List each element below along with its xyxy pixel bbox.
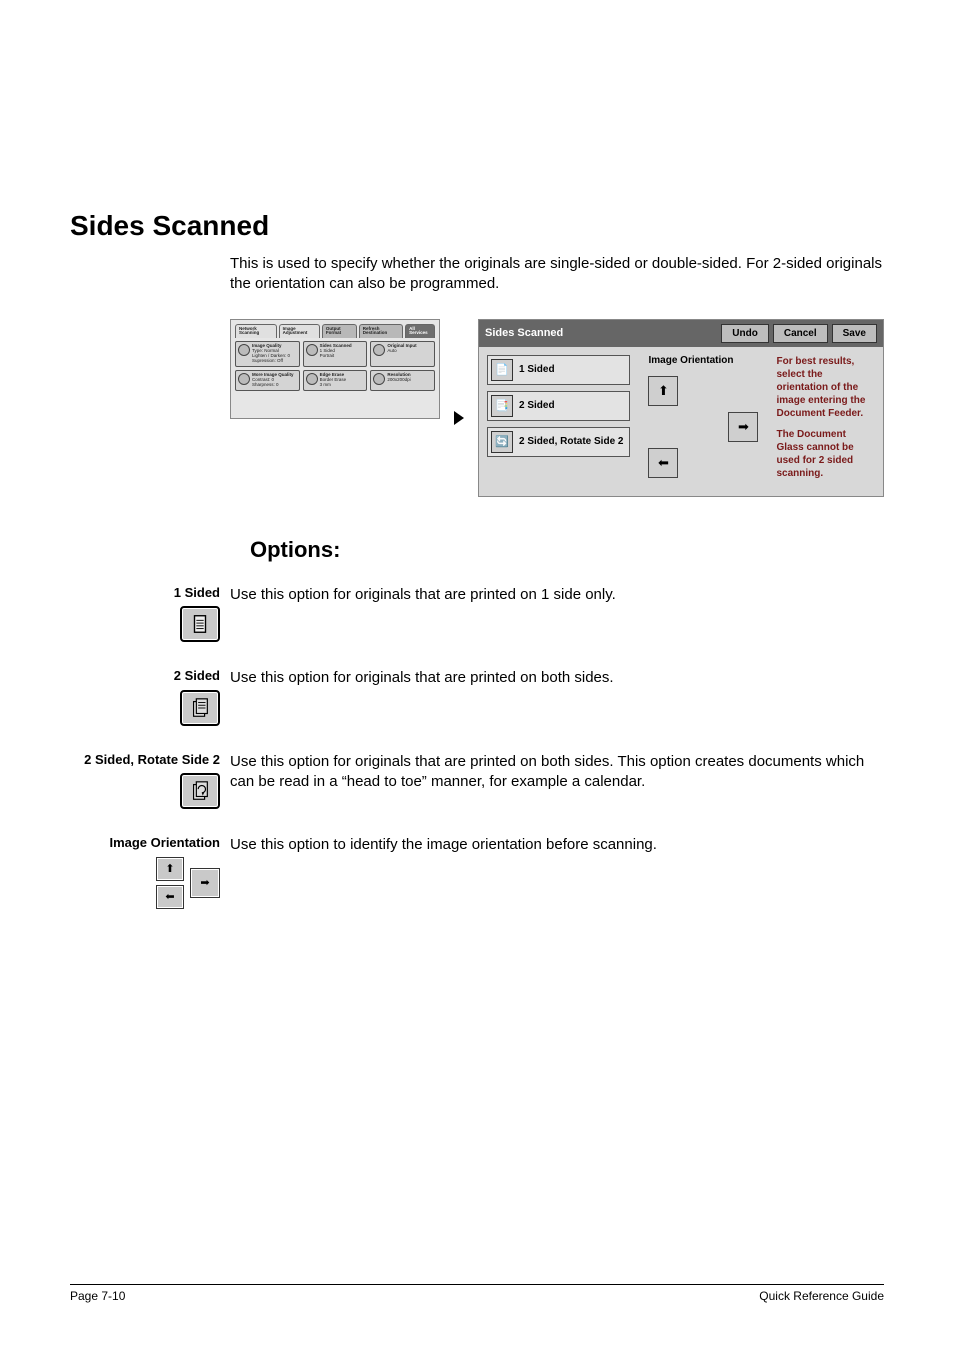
hint-1: For best results, select the orientation… — [776, 355, 875, 420]
sides-options-col: 📄 1 Sided 📑 2 Sided 🔄 2 Sided, Rotate Si… — [487, 355, 630, 457]
two-sided-rotate-icon: 🔄 — [491, 431, 513, 453]
two-sided-rotate-button-icon — [180, 773, 220, 809]
page-footer: Page 7-10 Quick Reference Guide — [70, 1284, 884, 1303]
label-image-orientation: Image Orientation — [109, 835, 220, 851]
orientation-reverse-button[interactable]: ⬅ — [648, 448, 678, 478]
options-heading: Options: — [250, 537, 884, 563]
two-sided-button-icon — [180, 690, 220, 726]
row-2-sided-rotate: 2 Sided, Rotate Side 2 Use this option f… — [70, 752, 884, 810]
desc-2-sided-rotate: Use this option for originals that are p… — [230, 752, 884, 793]
edge-erase-icon — [306, 373, 318, 385]
touch-original-input: Original InputAuto — [370, 341, 435, 367]
two-sided-icon: 📑 — [491, 395, 513, 417]
option-2-sided-rotate[interactable]: 🔄 2 Sided, Rotate Side 2 — [487, 427, 630, 457]
tab-output-format: Output Format — [322, 324, 357, 339]
touch-row-1: Image QualityType: NormalLighten / Darke… — [235, 341, 435, 367]
option-2-sided[interactable]: 📑 2 Sided — [487, 391, 630, 421]
touch-sides-scanned: Sides Scanned1 SidedPortrait — [303, 341, 368, 367]
tab-all-services: All Services — [405, 324, 435, 339]
intro-paragraph: This is used to specify whether the orig… — [230, 254, 884, 295]
touch-resolution: Resolution200x200dpi — [370, 370, 435, 391]
row-image-orientation: Image Orientation ⬆ ⬅ ➡ Use this option … — [70, 835, 884, 909]
hint-col: For best results, select the orientation… — [776, 355, 875, 488]
touch-image-quality: Image QualityType: NormalLighten / Darke… — [235, 341, 300, 367]
label-1-sided: 1 Sided — [174, 585, 220, 601]
tab-network-scanning: Network Scanning — [235, 324, 277, 339]
tab-image-adjustment: Image Adjustment — [279, 324, 320, 339]
orientation-reverse-icon: ⬅ — [156, 885, 184, 909]
page-heading: Sides Scanned — [70, 210, 884, 242]
screenshots-row: Network Scanning Image Adjustment Output… — [230, 319, 884, 497]
touch-row-2: More Image QualityContrast: 0Sharpness: … — [235, 370, 435, 391]
orientation-portrait-button[interactable]: ⬆ — [648, 376, 678, 406]
touchscreen-overview: Network Scanning Image Adjustment Output… — [230, 319, 440, 419]
save-button[interactable]: Save — [832, 324, 877, 343]
one-sided-button-icon — [180, 606, 220, 642]
footer-guide-title: Quick Reference Guide — [759, 1289, 884, 1303]
label-2-sided: 2 Sided — [174, 668, 220, 684]
one-sided-icon: 📄 — [491, 359, 513, 381]
hint-2: The Document Glass cannot be used for 2 … — [776, 428, 875, 480]
desc-2-sided: Use this option for originals that are p… — [230, 668, 884, 688]
sides-scanned-panel: Sides Scanned Undo Cancel Save 📄 1 Sided… — [478, 319, 884, 497]
sides-scanned-icon — [306, 344, 318, 356]
image-quality-icon — [238, 344, 250, 356]
more-image-quality-icon — [238, 373, 250, 385]
label-2-sided-rotate: 2 Sided, Rotate Side 2 — [84, 752, 220, 768]
orientation-portrait-icon: ⬆ — [156, 857, 184, 881]
panel-titlebar: Sides Scanned Undo Cancel Save — [479, 320, 883, 347]
desc-image-orientation: Use this option to identify the image or… — [230, 835, 884, 855]
orientation-landscape-button[interactable]: ➡ — [728, 412, 758, 442]
row-1-sided: 1 Sided Use this option for originals th… — [70, 585, 884, 643]
orientation-icons-pair: ⬆ ⬅ ➡ — [156, 857, 220, 909]
orientation-title: Image Orientation — [648, 355, 758, 366]
option-1-sided[interactable]: 📄 1 Sided — [487, 355, 630, 385]
orientation-landscape-icon: ➡ — [190, 868, 220, 898]
panel-title: Sides Scanned — [485, 327, 563, 339]
touch-edge-erase: Edge EraseBorder Erase3 mm — [303, 370, 368, 391]
tabs-row: Network Scanning Image Adjustment Output… — [235, 324, 435, 339]
cancel-button[interactable]: Cancel — [773, 324, 828, 343]
pointer-arrow-icon — [454, 411, 464, 425]
row-2-sided: 2 Sided Use this option for originals th… — [70, 668, 884, 726]
touch-more-image-quality: More Image QualityContrast: 0Sharpness: … — [235, 370, 300, 391]
original-input-icon — [373, 344, 385, 356]
resolution-icon — [373, 373, 385, 385]
desc-1-sided: Use this option for originals that are p… — [230, 585, 884, 605]
footer-page-number: Page 7-10 — [70, 1289, 125, 1303]
tab-refresh-destination: Refresh Destination — [359, 324, 403, 339]
orientation-col: Image Orientation ⬆ ➡ ⬅ — [648, 355, 758, 478]
undo-button[interactable]: Undo — [721, 324, 769, 343]
